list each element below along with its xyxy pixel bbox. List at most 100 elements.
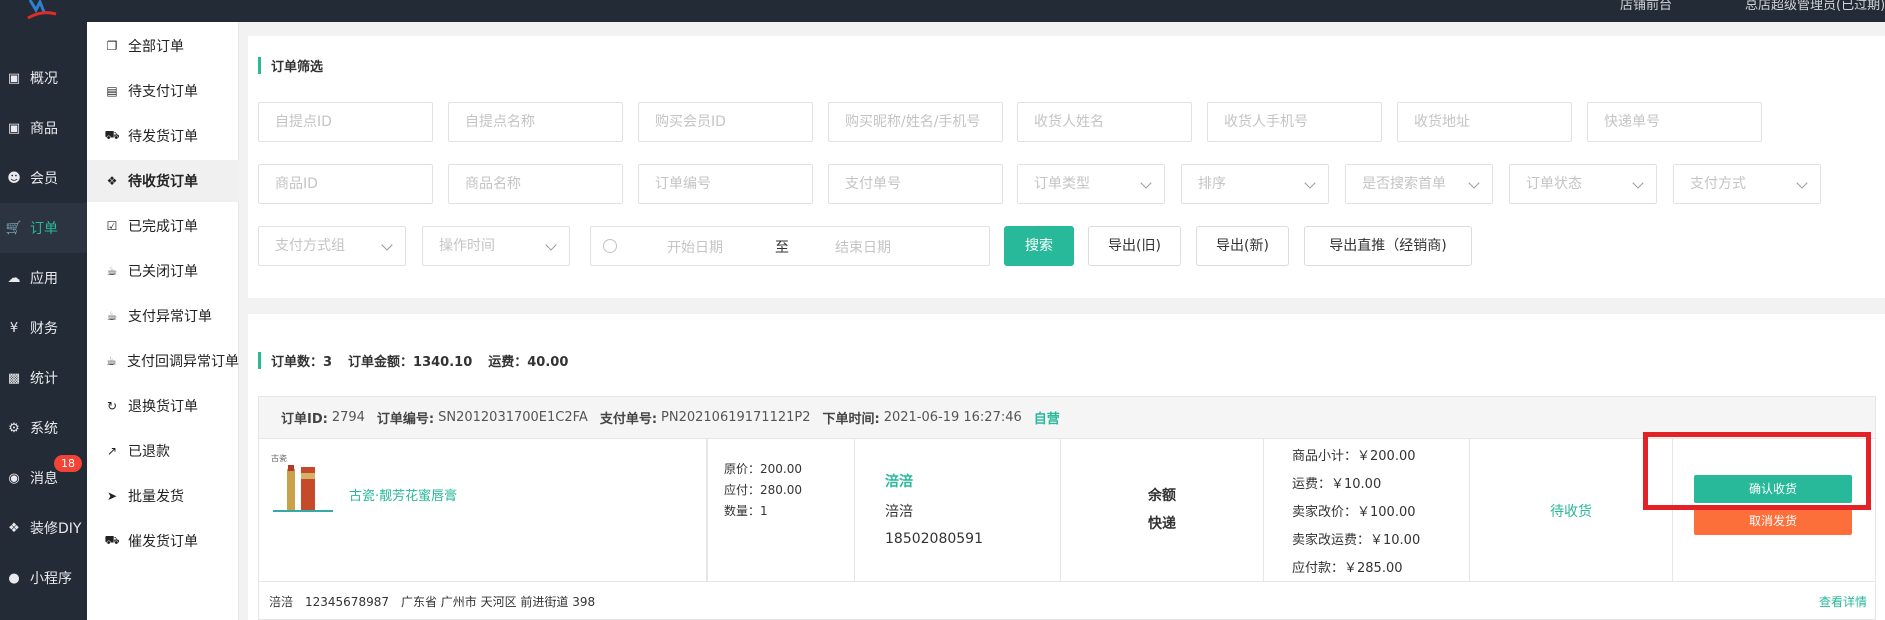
users-icon: ☻ <box>7 170 21 186</box>
truck-icon: ⛟ <box>104 533 120 547</box>
product-cell: 古瓷 古瓷·靓芳花蜜唇膏 <box>259 439 707 581</box>
sidebar-item-miniprogram[interactable]: ● 小程序 <box>0 553 87 603</box>
order-id-label: 订单ID: <box>281 412 328 427</box>
pay-method-select[interactable]: 支付方式 <box>1673 164 1821 204</box>
product-name-link[interactable]: 古瓷·靓芳花蜜唇膏 <box>349 485 457 504</box>
first-order-select[interactable]: 是否搜索首单 <box>1345 164 1493 204</box>
consignee-phone-input[interactable]: 收货人手机号 <box>1207 102 1382 142</box>
filter-title: 订单筛选 <box>258 56 323 75</box>
export-new-button[interactable]: 导出(新) <box>1196 226 1289 266</box>
cup-icon: ☕ <box>106 354 117 368</box>
search-button[interactable]: 搜索 <box>1004 226 1074 266</box>
svg-text:古瓷: 古瓷 <box>271 453 287 463</box>
yen-icon: ¥ <box>9 320 19 336</box>
sidebar-item-finance[interactable]: ¥ 财务 <box>0 303 87 353</box>
order-status-select[interactable]: 订单状态 <box>1509 164 1657 204</box>
order-no-input[interactable]: 订单编号 <box>638 164 813 204</box>
buyer-id-input[interactable]: 购买会员ID <box>638 102 813 142</box>
pickup-name-input[interactable]: 自提点名称 <box>448 102 623 142</box>
card-icon: ▤ <box>106 84 118 98</box>
export-old-button[interactable]: 导出(旧) <box>1088 226 1181 266</box>
title-accent-bar <box>258 57 261 74</box>
consignee-name-input[interactable]: 收货人姓名 <box>1017 102 1192 142</box>
order-no-label: 订单编号: <box>376 412 435 427</box>
subnav-pending-payment[interactable]: ▤ 待支付订单 <box>87 70 239 112</box>
subnav-refunded[interactable]: ↗ 已退款 <box>87 430 239 472</box>
goods-id-input[interactable]: 商品ID <box>258 164 433 204</box>
subnav-label: 已关闭订单 <box>128 264 198 280</box>
date-start-input[interactable]: 开始日期 <box>667 237 723 257</box>
date-range-picker[interactable]: 开始日期 至 结束日期 <box>590 226 990 266</box>
subnav-label: 支付回调异常订单 <box>127 354 239 370</box>
price-cell: 原价：200.00 应付：280.00 数量：1 <box>707 439 855 581</box>
sidebar-item-label: 小程序 <box>30 571 72 587</box>
refresh-icon: ↻ <box>106 399 118 413</box>
subnav-batch-ship[interactable]: ➤ 批量发货 <box>87 475 239 517</box>
buyer-name: 涪涪 <box>885 504 913 520</box>
subnav-completed[interactable]: ☑ 已完成订单 <box>87 205 239 247</box>
logo-icon <box>27 0 57 20</box>
date-end-input[interactable]: 结束日期 <box>835 237 891 257</box>
subnav-label: 退换货订单 <box>128 399 198 415</box>
operation-time-select[interactable]: 操作时间 <box>422 226 570 266</box>
product-image[interactable]: 古瓷 <box>269 451 337 519</box>
copy-icon: ❐ <box>106 39 118 53</box>
tracking-number-input[interactable]: 快递单号 <box>1587 102 1762 142</box>
subnav-label: 全部订单 <box>128 39 184 55</box>
subnav-all-orders[interactable]: ❐ 全部订单 <box>87 25 239 67</box>
goods-name-input[interactable]: 商品名称 <box>448 164 623 204</box>
sort-select[interactable]: 排序 <box>1181 164 1329 204</box>
sidebar-item-orders[interactable]: 🛒 订单 <box>0 203 87 253</box>
subnav-label: 待发货订单 <box>128 129 198 145</box>
amount-cell: 商品小计：￥200.00 运费：￥10.00 卖家改价：￥100.00 卖家改运… <box>1264 439 1470 581</box>
pay-method-group-select[interactable]: 支付方式组 <box>258 226 406 266</box>
pay-no-input[interactable]: 支付单号 <box>828 164 1003 204</box>
sidebar-item-goods[interactable]: ▣ 商品 <box>0 103 87 153</box>
sidebar-item-messages[interactable]: ◉ 消息 18 <box>0 453 87 503</box>
subnav-pending-shipment[interactable]: ⛟ 待发货订单 <box>87 115 239 157</box>
buyer-contact-input[interactable]: 购买昵称/姓名/手机号 <box>828 102 1003 142</box>
sidebar-item-label: 统计 <box>30 371 58 387</box>
sidebar-item-overview[interactable]: ▣ 概况 <box>0 53 87 103</box>
subnav-payment-exception[interactable]: ☕ 支付异常订单 <box>87 295 239 337</box>
date-separator: 至 <box>775 240 789 256</box>
subnav-return-exchange[interactable]: ↻ 退换货订单 <box>87 385 239 427</box>
buyer-nick-link[interactable]: 涪涪 <box>885 471 913 491</box>
subnav-closed[interactable]: ☕ 已关闭订单 <box>87 250 239 292</box>
sidebar-item-decoration[interactable]: ❖ 装修DIY <box>0 503 87 553</box>
order-type-select[interactable]: 订单类型 <box>1017 164 1165 204</box>
storefront-link[interactable]: 店铺前台 <box>1620 0 1672 13</box>
subnav-pending-receipt[interactable]: ❖ 待收货订单 <box>87 160 239 202</box>
sidebar-item-system[interactable]: ⚙ 系统 <box>0 403 87 453</box>
chart-icon: ▩ <box>7 370 21 386</box>
view-detail-link[interactable]: 查看详情 <box>1819 593 1867 610</box>
pickup-id-input[interactable]: 自提点ID <box>258 102 433 142</box>
payable-price: 应付：280.00 <box>724 483 802 497</box>
sidebar-item-label: 消息 <box>30 471 58 487</box>
archive-icon: ▣ <box>7 70 21 86</box>
sidebar-item-label: 订单 <box>30 221 58 237</box>
sidebar-item-statistics[interactable]: ▩ 统计 <box>0 353 87 403</box>
hammer-icon: ❖ <box>8 520 20 536</box>
subnav-urge-ship[interactable]: ⛟ 催发货订单 <box>87 520 239 562</box>
send-icon: ➤ <box>106 489 118 503</box>
subnav-label: 已完成订单 <box>128 219 198 235</box>
pay-method-cell: 余额 快递 <box>1061 439 1264 581</box>
order-stats: 订单数：3 订单金额：1340.10 运费：40.00 <box>258 351 584 370</box>
sidebar-item-label: 装修DIY <box>30 521 82 537</box>
subnav-label: 催发货订单 <box>128 534 198 550</box>
order-id: 2794 <box>331 410 365 425</box>
cup-icon: ☕ <box>106 309 118 323</box>
admin-account-link[interactable]: 总店超级管理员(已过期) <box>1745 0 1885 13</box>
wechat-icon: ● <box>8 570 20 586</box>
sidebar-item-apps[interactable]: ☁ 应用 <box>0 253 87 303</box>
truck-icon: ⛟ <box>104 128 120 142</box>
box-icon: ▣ <box>7 120 21 136</box>
sidebar-item-label: 系统 <box>30 421 58 437</box>
address-input[interactable]: 收货地址 <box>1397 102 1572 142</box>
subnav-callback-exception[interactable]: ☕ 支付回调异常订单 <box>87 340 239 382</box>
sidebar-item-members[interactable]: ☻ 会员 <box>0 153 87 203</box>
pay-no: PN20210619171121P2 <box>661 410 811 425</box>
export-direct-button[interactable]: 导出直推（经销商) <box>1304 226 1472 266</box>
cancel-shipment-button[interactable]: 取消发货 <box>1694 507 1852 535</box>
